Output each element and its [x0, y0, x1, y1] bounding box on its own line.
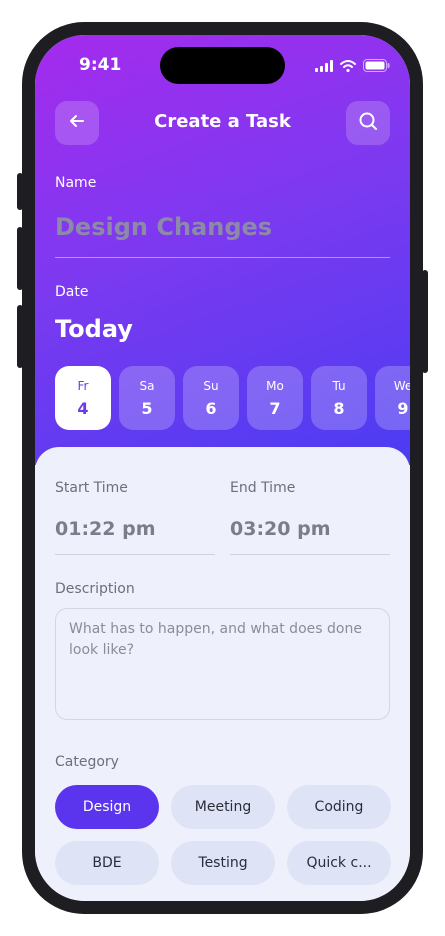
search-button[interactable] — [346, 101, 390, 145]
day-item[interactable]: Fr 4 — [55, 366, 111, 430]
day-item[interactable]: Mo 7 — [247, 366, 303, 430]
category-chips: Design Meeting Coding BDE Testing Quick … — [55, 785, 391, 885]
day-name: We — [393, 378, 410, 393]
day-number: 8 — [333, 398, 345, 418]
day-item[interactable]: Sa 5 — [119, 366, 175, 430]
wifi-icon — [340, 57, 356, 76]
name-underline — [55, 257, 390, 258]
day-number: 9 — [397, 398, 409, 418]
category-chip[interactable]: Quick c... — [287, 841, 391, 885]
screen: 9:41 Create a Task Name Design Changes D… — [35, 35, 410, 901]
category-chip[interactable]: BDE — [55, 841, 159, 885]
volume-down-button — [17, 305, 23, 368]
signal-icon — [315, 57, 333, 76]
day-item[interactable]: We 9 — [375, 366, 410, 430]
day-number: 4 — [77, 398, 89, 418]
day-picker: Fr 4 Sa 5 Su 6 Mo 7 Tu 8 We 9 — [55, 366, 410, 430]
day-name: Su — [203, 378, 219, 393]
date-heading: Today — [55, 315, 133, 343]
status-time: 9:41 — [79, 55, 122, 75]
day-number: 5 — [141, 398, 153, 418]
category-chip[interactable]: Design — [55, 785, 159, 829]
end-time-label: End Time — [230, 480, 296, 496]
category-chip[interactable]: Coding — [287, 785, 391, 829]
day-item[interactable]: Tu 8 — [311, 366, 367, 430]
day-number: 7 — [269, 398, 281, 418]
mute-switch — [17, 173, 23, 210]
category-label: Category — [55, 754, 119, 770]
end-time-input[interactable]: 03:20 pm — [230, 518, 331, 540]
status-icons — [315, 57, 390, 76]
start-time-input[interactable]: 01:22 pm — [55, 518, 156, 540]
search-icon — [358, 111, 378, 135]
date-label: Date — [55, 284, 89, 300]
day-number: 6 — [205, 398, 217, 418]
description-label: Description — [55, 581, 135, 597]
start-time-underline — [55, 554, 215, 555]
dynamic-island — [160, 47, 285, 84]
description-placeholder: What has to happen, and what does done l… — [69, 621, 362, 658]
day-name: Tu — [332, 378, 346, 393]
battery-icon — [363, 57, 390, 76]
day-name: Sa — [139, 378, 155, 393]
category-chip[interactable]: Testing — [171, 841, 275, 885]
day-name: Mo — [266, 378, 284, 393]
power-button — [422, 270, 428, 373]
day-name: Fr — [77, 378, 89, 393]
name-label: Name — [55, 175, 97, 191]
description-textarea[interactable]: What has to happen, and what does done l… — [55, 608, 390, 720]
start-time-label: Start Time — [55, 480, 128, 496]
day-item[interactable]: Su 6 — [183, 366, 239, 430]
name-input[interactable]: Design Changes — [55, 213, 272, 241]
category-chip[interactable]: Meeting — [171, 785, 275, 829]
volume-up-button — [17, 227, 23, 290]
end-time-underline — [230, 554, 390, 555]
